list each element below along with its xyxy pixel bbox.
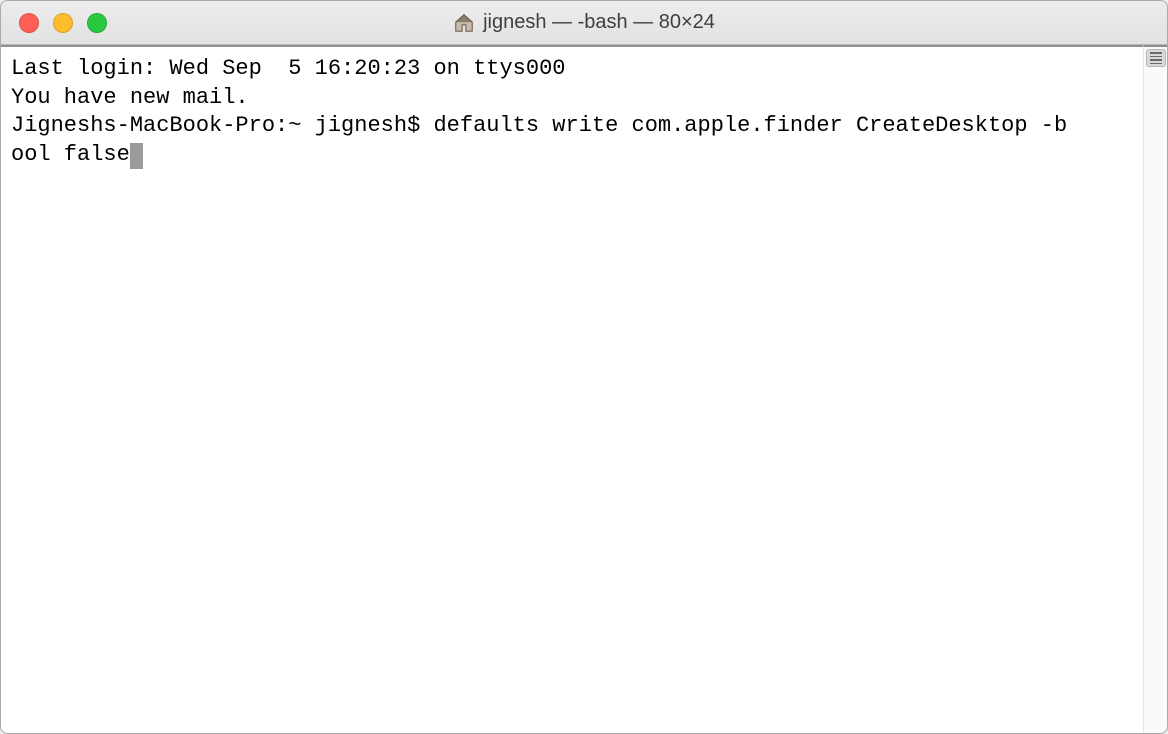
terminal-line: Last login: Wed Sep 5 16:20:23 on ttys00… xyxy=(11,55,1137,84)
terminal-body[interactable]: Last login: Wed Sep 5 16:20:23 on ttys00… xyxy=(1,45,1143,733)
lines-icon[interactable] xyxy=(1146,49,1166,67)
terminal-line: Jigneshs-MacBook-Pro:~ jignesh$ defaults… xyxy=(11,112,1137,141)
cursor xyxy=(130,143,143,169)
terminal-line: You have new mail. xyxy=(11,84,1137,113)
titlebar[interactable]: jignesh — -bash — 80×24 xyxy=(1,1,1167,45)
terminal-window: jignesh — -bash — 80×24 Last login: Wed … xyxy=(0,0,1168,734)
window-title-wrap: jignesh — -bash — 80×24 xyxy=(1,11,1167,34)
window-title: jignesh — -bash — 80×24 xyxy=(483,11,715,34)
terminal-line: ool false xyxy=(11,141,1137,170)
close-button[interactable] xyxy=(19,13,39,33)
traffic-lights xyxy=(19,13,107,33)
scrollbar-track[interactable] xyxy=(1143,45,1167,733)
command-text: defaults write com.apple.finder CreateDe… xyxy=(433,113,1067,138)
command-text: ool false xyxy=(11,142,130,167)
home-icon xyxy=(453,12,475,34)
maximize-button[interactable] xyxy=(87,13,107,33)
minimize-button[interactable] xyxy=(53,13,73,33)
prompt-text: Jigneshs-MacBook-Pro:~ jignesh$ xyxy=(11,113,433,138)
content-wrap: Last login: Wed Sep 5 16:20:23 on ttys00… xyxy=(1,45,1167,733)
